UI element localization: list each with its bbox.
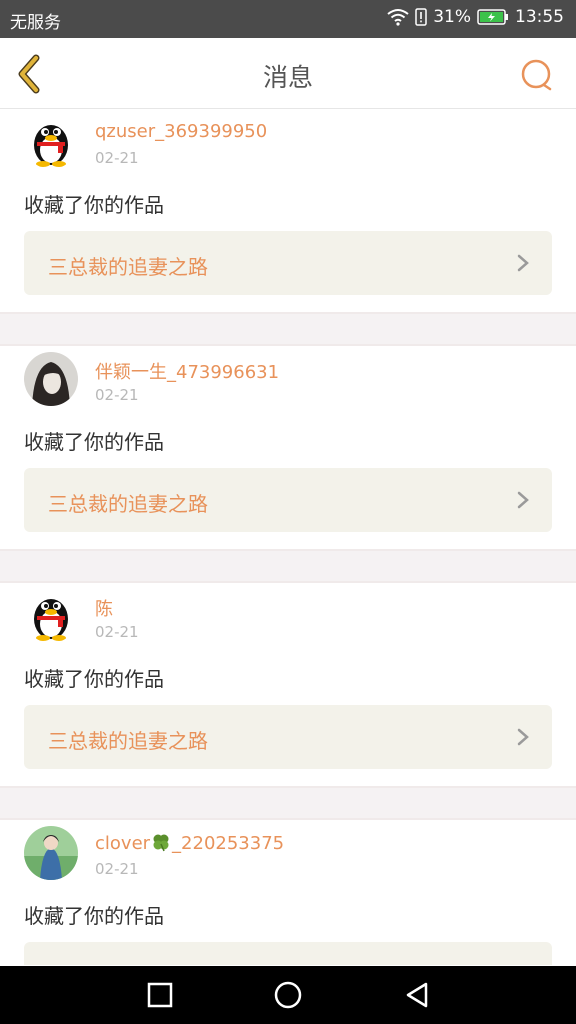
back-icon[interactable] xyxy=(402,980,432,1010)
message-action-text: 收藏了你的作品 xyxy=(24,667,164,691)
battery-percent: 31% xyxy=(433,7,471,27)
work-link-card[interactable]: 三总裁的追妻之路 xyxy=(24,468,552,532)
username[interactable]: 陈 xyxy=(95,595,113,621)
user-avatar[interactable] xyxy=(24,589,78,643)
username[interactable]: qzuser_369399950 xyxy=(95,121,267,142)
work-link-card[interactable]: 三总裁的追妻之路 xyxy=(24,231,552,295)
username-suffix: _220253375 xyxy=(172,833,285,854)
carrier-text: 无服务 xyxy=(10,13,61,33)
divider xyxy=(0,312,576,346)
username-prefix: clover xyxy=(95,833,151,854)
page-title: 消息 xyxy=(262,63,313,92)
work-link-card[interactable] xyxy=(24,942,552,965)
penguin-avatar-icon xyxy=(34,599,68,641)
status-bar: 无服务 31% 13:55 xyxy=(0,0,576,38)
message-action-text: 收藏了你的作品 xyxy=(24,904,164,928)
recent-apps-icon[interactable] xyxy=(145,980,175,1010)
work-title: 三总裁的追妻之路 xyxy=(48,255,208,279)
user-avatar[interactable] xyxy=(24,826,78,880)
user-avatar[interactable] xyxy=(24,115,78,169)
chevron-right-icon xyxy=(517,254,529,272)
message-item: 伴颖一生_473996631 02-21 收藏了你的作品 三总裁的追妻之路 xyxy=(0,346,576,549)
user-avatar[interactable] xyxy=(24,352,78,406)
photo-avatar-icon xyxy=(24,826,78,880)
chevron-right-icon xyxy=(517,491,529,509)
username[interactable]: clover _220253375 xyxy=(95,832,284,854)
work-link-card[interactable]: 三总裁的追妻之路 xyxy=(24,705,552,769)
photo-avatar-icon xyxy=(24,352,78,406)
penguin-avatar-icon xyxy=(34,125,68,167)
message-item: 陈 02-21 收藏了你的作品 三总裁的追妻之路 xyxy=(0,583,576,786)
divider xyxy=(0,549,576,583)
message-action-text: 收藏了你的作品 xyxy=(24,430,164,454)
message-list[interactable]: qzuser_369399950 02-21 收藏了你的作品 三总裁的追妻之路 … xyxy=(0,109,576,965)
divider xyxy=(0,786,576,820)
header-bar: 消息 xyxy=(0,38,576,109)
status-time: 13:55 xyxy=(515,7,564,27)
message-date: 02-21 xyxy=(95,623,139,641)
message-date: 02-21 xyxy=(95,860,139,878)
message-action-text: 收藏了你的作品 xyxy=(24,193,164,217)
message-date: 02-21 xyxy=(95,149,139,167)
status-icons: 31% 13:55 xyxy=(387,7,564,27)
battery-icon xyxy=(477,9,508,25)
username[interactable]: 伴颖一生_473996631 xyxy=(95,358,279,384)
sim-alert-icon xyxy=(415,8,427,26)
work-title: 三总裁的追妻之路 xyxy=(48,729,208,753)
message-item: clover _220253375 02-21 收藏了你的作品 xyxy=(0,820,576,965)
system-navigation-bar xyxy=(0,966,576,1024)
chevron-right-icon xyxy=(517,728,529,746)
home-icon[interactable] xyxy=(273,980,303,1010)
message-item: qzuser_369399950 02-21 收藏了你的作品 三总裁的追妻之路 xyxy=(0,109,576,312)
work-title: 三总裁的追妻之路 xyxy=(48,492,208,516)
clover-icon xyxy=(153,834,169,852)
search-icon[interactable] xyxy=(520,58,554,92)
message-date: 02-21 xyxy=(95,386,139,404)
wifi-icon xyxy=(387,9,409,26)
